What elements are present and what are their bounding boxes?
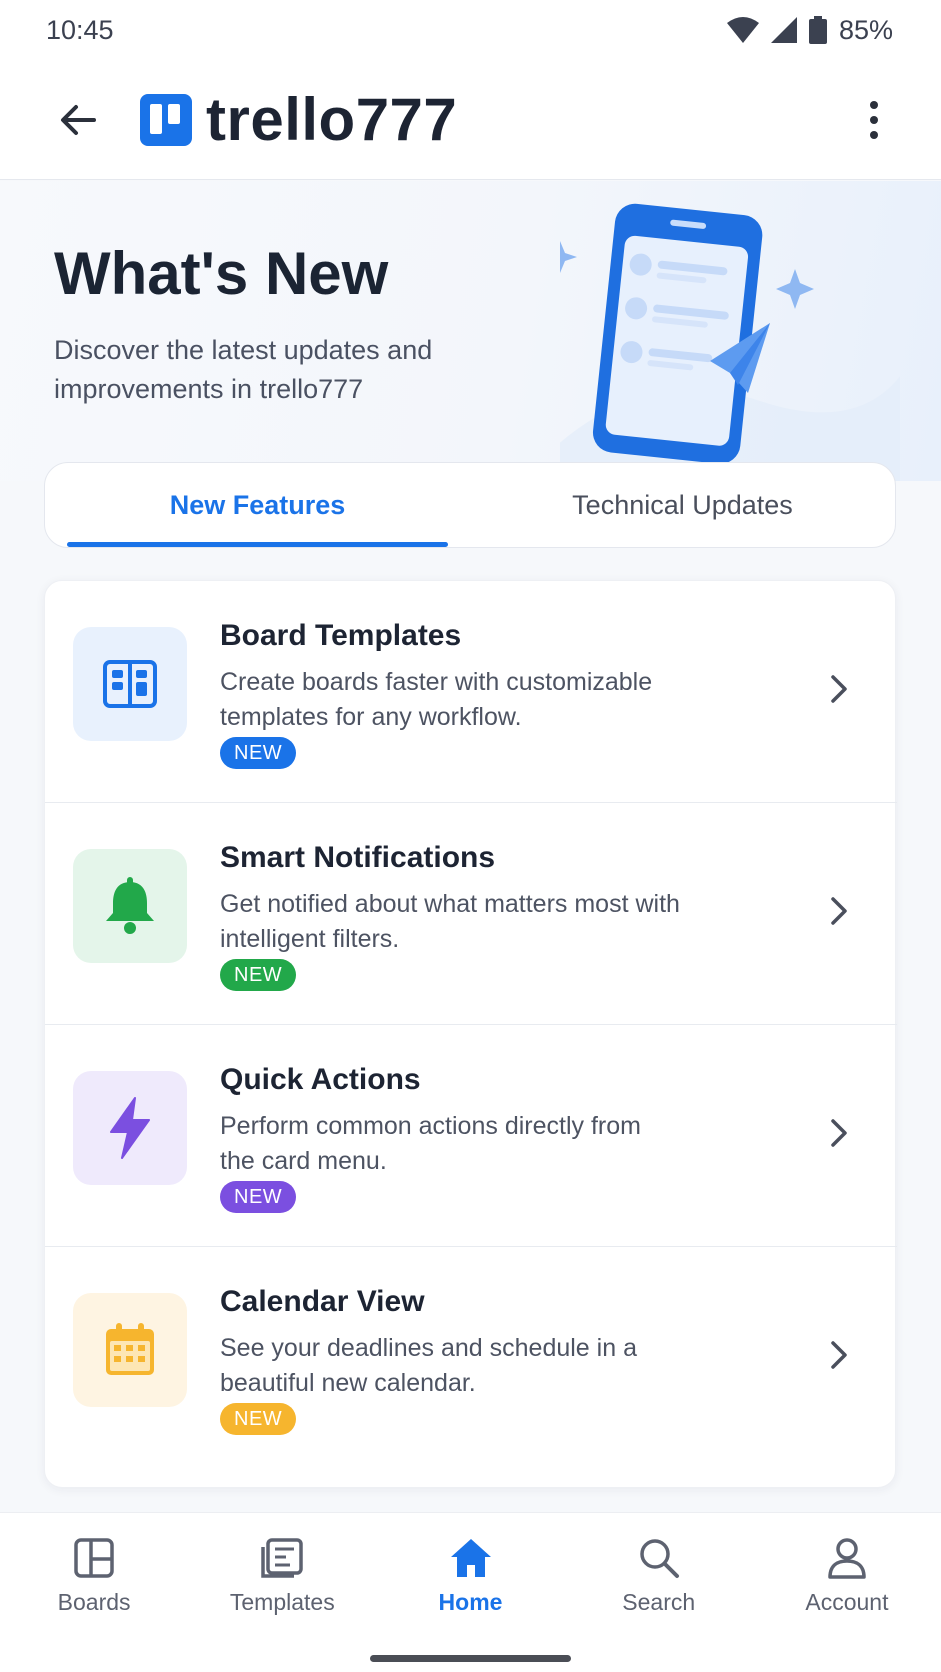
feature-description: Create boards faster with customizable t… [220,668,653,731]
new-badge: NEW [220,737,297,769]
tab-indicator [67,542,448,547]
tab-label: New Features [169,489,346,520]
nav-label: Home [438,1589,503,1615]
feature-item-quick-actions[interactable]: Quick Actions Perform common actions dir… [45,1025,897,1247]
tab-bar: New Features Technical Updates [44,462,896,548]
feature-description: Get notified about what matters most wit… [220,890,680,953]
feature-list: Board Templates Create boards faster wit… [44,580,897,1488]
chevron-right-icon [819,669,859,709]
new-badge: NEW [220,959,297,991]
chevron-right-icon [819,1113,859,1153]
battery-percent: 85% [838,14,893,45]
chevron-right-icon [819,891,859,931]
nav-label: Templates [229,1589,335,1615]
feature-title: Quick Actions [220,1063,421,1096]
wifi-icon [726,17,759,43]
feature-item-smart-notifications[interactable]: Smart Notifications Get notified about w… [45,803,897,1025]
signal-icon [770,17,797,43]
gesture-bar [370,1655,571,1662]
bell-icon [73,849,187,963]
more-dot-icon [870,100,878,109]
bottom-nav: Boards Templates Home Search Account [0,1512,941,1672]
page-title: What's New [54,240,389,307]
status-bar: 10:45 85% [0,0,941,60]
home-icon [450,1539,491,1577]
tab-label: Technical Updates [572,489,793,520]
more-options-button[interactable] [849,88,899,152]
boards-icon [74,1538,114,1578]
tab-technical-updates[interactable]: Technical Updates [470,463,895,547]
board-template-icon [73,627,187,741]
arrow-left-icon [61,104,96,135]
new-badge: NEW [220,1403,297,1435]
nav-item-boards[interactable]: Boards [0,1513,188,1672]
page-subtitle: Discover the latest updates and improvem… [54,335,433,404]
templates-icon [261,1538,304,1578]
nav-item-search[interactable]: Search [565,1513,753,1672]
battery-icon [808,16,827,44]
hero-section: What's New Discover the latest updates a… [0,181,941,481]
search-icon [639,1539,679,1578]
status-icons: 85% [726,14,893,46]
lightning-icon [73,1071,187,1185]
feature-description: Perform common actions directly from the… [220,1112,641,1175]
feature-description: See your deadlines and schedule in a bea… [220,1334,637,1397]
nav-item-templates[interactable]: Templates [188,1513,376,1672]
nav-item-home[interactable]: Home [376,1513,564,1672]
feature-title: Smart Notifications [220,841,496,874]
app-bar: trello777 [0,60,941,180]
nav-item-account[interactable]: Account [753,1513,941,1672]
new-badge: NEW [220,1181,297,1213]
feature-item-calendar-view[interactable]: Calendar View See your deadlines and sch… [45,1247,897,1469]
feature-title: Board Templates [220,619,462,652]
nav-label: Search [622,1589,696,1615]
more-dot-icon [870,130,878,139]
more-dot-icon [870,115,878,124]
chevron-right-icon [819,1335,859,1375]
status-time: 10:45 [46,14,114,45]
trello-logo-icon [140,93,192,146]
nav-label: Account [805,1589,889,1615]
brand-name: trello777 [206,86,458,153]
feature-item-board-templates[interactable]: Board Templates Create boards faster wit… [45,581,897,803]
phone-illustration-icon [560,203,900,481]
back-button[interactable] [46,88,110,152]
account-icon [828,1538,866,1579]
tab-new-features[interactable]: New Features [45,463,470,547]
calendar-icon [73,1293,187,1407]
nav-label: Boards [57,1589,131,1615]
feature-title: Calendar View [220,1285,425,1318]
